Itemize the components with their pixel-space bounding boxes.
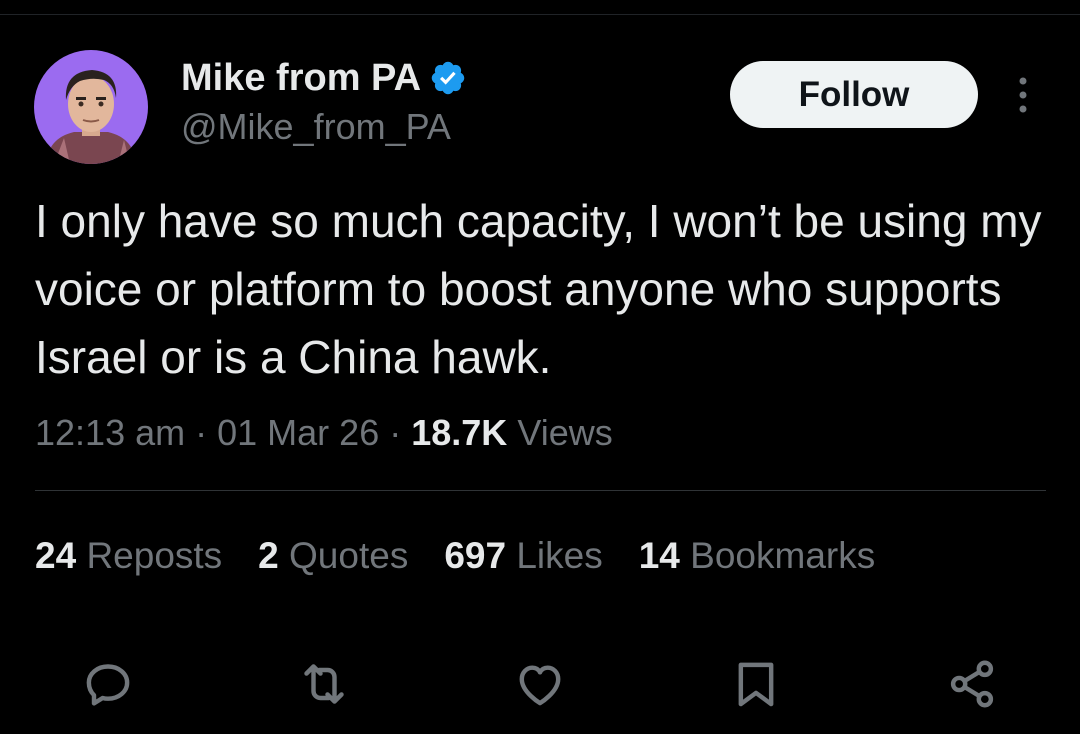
bookmarks-count: 14	[638, 535, 680, 576]
meta-separator: ·	[195, 412, 218, 453]
likes-stat[interactable]: 697 Likes	[444, 531, 602, 581]
repost-icon[interactable]	[296, 656, 352, 712]
avatar[interactable]	[34, 50, 148, 164]
likes-label: Likes	[516, 535, 603, 576]
tweet-meta: 12:13 am · 01 Mar 26 · 18.7K Views	[35, 408, 613, 458]
tweet-time[interactable]: 12:13 am	[35, 412, 185, 453]
verified-badge-icon[interactable]	[429, 59, 467, 97]
bookmarks-stat[interactable]: 14 Bookmarks	[639, 531, 876, 581]
reposts-count: 24	[35, 535, 77, 576]
like-icon[interactable]	[512, 656, 568, 712]
author-handle[interactable]: @Mike_from_PA	[181, 105, 451, 149]
tweet-date[interactable]: 01 Mar 26	[217, 412, 379, 453]
follow-button[interactable]: Follow	[730, 61, 978, 128]
meta-separator: ·	[389, 412, 412, 453]
top-divider	[0, 14, 1080, 15]
reposts-stat[interactable]: 24 Reposts	[35, 531, 222, 581]
divider	[35, 490, 1046, 491]
quotes-label: Quotes	[289, 535, 409, 576]
share-icon[interactable]	[944, 656, 1000, 712]
author-name-text[interactable]: Mike from PA	[181, 55, 421, 101]
reposts-label: Reposts	[86, 535, 223, 576]
engagement-stats: 24 Reposts 2 Quotes 697 Likes 14 Bookmar…	[35, 531, 911, 581]
more-vertical-icon[interactable]	[1006, 74, 1040, 116]
views-count: 18.7K	[411, 412, 508, 453]
bookmark-icon[interactable]	[728, 656, 784, 712]
views-label: Views	[517, 412, 613, 453]
reply-icon[interactable]	[80, 656, 136, 712]
quotes-count: 2	[258, 535, 279, 576]
author-display-name[interactable]: Mike from PA	[181, 55, 467, 101]
bookmarks-label: Bookmarks	[690, 535, 876, 576]
likes-count: 697	[444, 535, 507, 576]
tweet-text: I only have so much capacity, I won’t be…	[35, 195, 1055, 383]
quotes-stat[interactable]: 2 Quotes	[258, 531, 408, 581]
